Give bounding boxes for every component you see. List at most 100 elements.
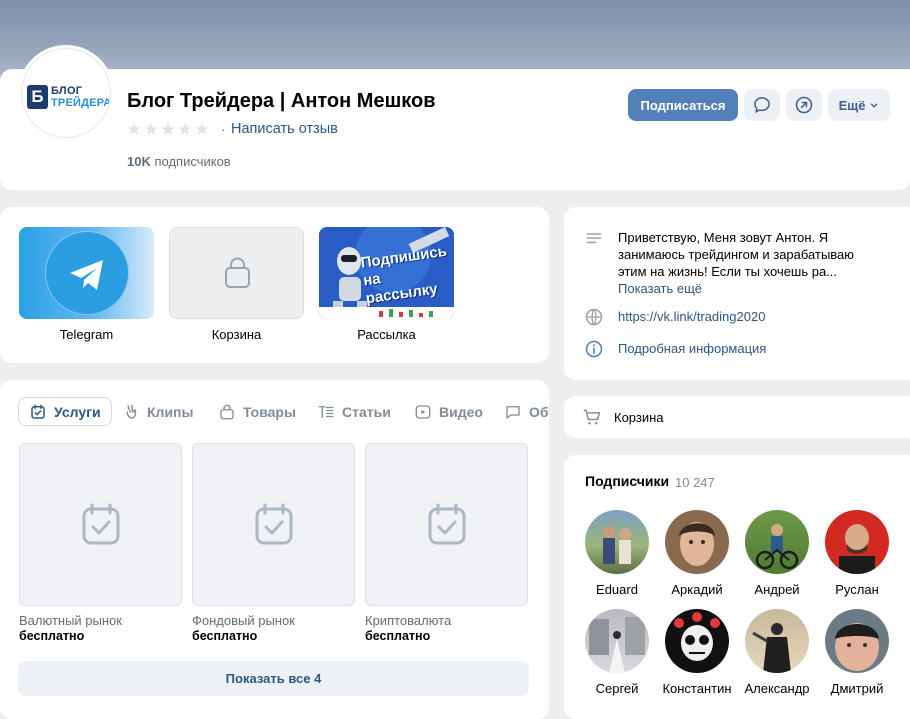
follower-item[interactable]: Андрей (737, 510, 817, 597)
logo-text-line2: ТРЕЙДЕРА (51, 97, 111, 109)
service-item[interactable]: Валютный рынок бесплатно (19, 443, 182, 643)
separator-dot: · (221, 121, 226, 137)
chat-bubble-icon (754, 97, 770, 113)
calendar-check-icon (428, 503, 465, 544)
clips-icon (126, 404, 137, 419)
cart-thumbnail (169, 227, 304, 319)
follower-name: Руслан (835, 582, 879, 597)
follower-name: Дмитрий (830, 681, 884, 696)
newsletter-banner-text: Подпишись на рассылку (359, 242, 448, 308)
logo-mark: Б (27, 85, 48, 109)
basket-block[interactable]: Корзина (564, 396, 910, 438)
description-text: Приветствую, Меня зовут Антон. Я занимаю… (618, 230, 855, 279)
follower-name: Eduard (596, 582, 638, 597)
newsletter-banner: Подпишись на рассылку (319, 227, 454, 319)
globe-icon (585, 308, 603, 326)
subscribe-button[interactable]: Подписаться (628, 89, 738, 121)
service-name: Фондовый рынок (192, 613, 295, 628)
tab-products[interactable]: Товары (218, 397, 296, 426)
link-label: Корзина (211, 327, 262, 342)
website-link[interactable]: https://vk.link/trading2020 (618, 307, 765, 327)
rating-stars[interactable] (127, 122, 209, 136)
content-block: Услуги Клипы Товары Статьи Видео Об Валю… (0, 380, 549, 719)
service-thumbnail (19, 443, 182, 606)
write-review-link[interactable]: Написать отзыв (231, 121, 338, 137)
video-icon (415, 404, 431, 419)
avatar (745, 510, 809, 574)
link-cart[interactable]: Корзина (169, 227, 304, 342)
service-price: бесплатно (192, 629, 258, 643)
more-button[interactable]: Ещё (828, 89, 890, 121)
info-circle-icon (585, 340, 603, 358)
service-item[interactable]: Фондовый рынок бесплатно (192, 443, 355, 643)
link-newsletter[interactable]: Подпишись на рассылку Рассылка (319, 227, 454, 342)
basket-label: Корзина (614, 409, 664, 425)
follower-item[interactable]: Сергей (577, 609, 657, 696)
share-arrow-icon (795, 96, 813, 114)
follower-item[interactable]: Руслан (817, 510, 897, 597)
show-all-services-button[interactable]: Показать все 4 (18, 661, 529, 696)
avatar (745, 609, 809, 673)
subscribers-summary[interactable]: 10K подписчиков (127, 154, 231, 169)
tab-video[interactable]: Видео (414, 397, 483, 426)
service-name: Валютный рынок (19, 613, 122, 628)
followers-title[interactable]: Подписчики (585, 473, 669, 489)
star-icon (161, 123, 175, 135)
cart-icon (583, 409, 601, 425)
more-button-label: Ещё (838, 97, 866, 113)
service-item[interactable]: Криптовалюта бесплатно (365, 443, 528, 643)
follower-name: Аркадий (671, 582, 723, 597)
text-lines-icon (586, 233, 602, 244)
community-title: Блог Трейдера | Антон Мешков (127, 90, 436, 112)
message-button[interactable] (744, 89, 780, 121)
star-icon (127, 123, 141, 135)
follower-item[interactable]: Константин (657, 609, 737, 696)
website-row: https://vk.link/trading2020 (584, 307, 765, 327)
follower-item[interactable]: Дмитрий (817, 609, 897, 696)
follower-name: Константин (662, 681, 732, 696)
followers-block: Подписчики 10 247 Eduard Аркадий Андрей … (564, 455, 910, 719)
share-button[interactable] (786, 89, 822, 121)
tab-label: Статьи (342, 403, 391, 420)
tab-label: Услуги (54, 403, 101, 420)
tab-label: Об (529, 403, 549, 420)
subscribers-label: подписчиков (154, 154, 231, 169)
avatar (825, 510, 889, 574)
discussions-icon (506, 405, 520, 419)
tab-services[interactable]: Услуги (18, 397, 112, 426)
calendar-check-icon (255, 503, 292, 544)
tab-articles[interactable]: Статьи (317, 397, 391, 426)
service-price: бесплатно (365, 629, 431, 643)
link-telegram[interactable]: Telegram (19, 227, 154, 342)
content-tabs: Услуги Клипы Товары Статьи Видео Об (18, 397, 549, 427)
follower-name: Сергей (595, 681, 639, 696)
details-row: Подробная информация (584, 339, 766, 359)
service-thumbnail (365, 443, 528, 606)
telegram-icon (45, 231, 129, 315)
tab-label: Видео (439, 403, 483, 420)
follower-item[interactable]: Александр (737, 609, 817, 696)
logo-text-line1: БЛОГ (51, 85, 83, 97)
follower-item[interactable]: Eduard (577, 510, 657, 597)
subscribers-count: 10K (127, 154, 151, 169)
star-icon (178, 123, 192, 135)
detailed-info-link[interactable]: Подробная информация (618, 339, 766, 359)
avatar (585, 609, 649, 673)
shopping-bag-icon (225, 257, 250, 288)
tab-clips[interactable]: Клипы (122, 397, 193, 426)
service-name: Криптовалюта (365, 613, 452, 628)
show-more-link[interactable]: Показать ещё (618, 281, 702, 296)
follower-item[interactable]: Аркадий (657, 510, 737, 597)
community-avatar[interactable]: Б БЛОГ ТРЕЙДЕРА (18, 45, 114, 141)
calendar-check-icon (82, 503, 119, 544)
bag-icon (220, 404, 234, 419)
star-icon (144, 123, 158, 135)
star-icon (195, 123, 209, 135)
service-thumbnail (192, 443, 355, 606)
avatar (825, 609, 889, 673)
chevron-down-icon (871, 103, 878, 108)
tab-discussions[interactable]: Об (504, 397, 549, 426)
tab-label: Товары (243, 403, 296, 420)
articles-icon (318, 405, 334, 418)
community-description: Приветствую, Меня зовут Антон. Я занимаю… (618, 229, 868, 297)
